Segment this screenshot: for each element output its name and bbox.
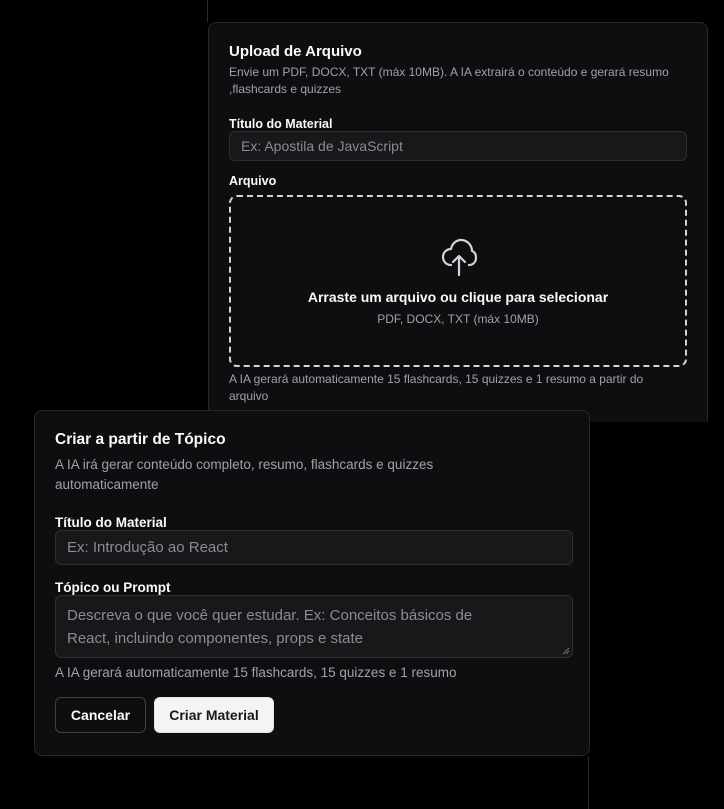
create-material-button[interactable]: Criar Material bbox=[154, 697, 274, 733]
divider-line bbox=[588, 756, 589, 809]
topic-title-placeholder: Ex: Introdução ao React bbox=[67, 539, 228, 556]
upload-title-placeholder: Ex: Apostila de JavaScript bbox=[241, 138, 403, 154]
topic-prompt-textarea[interactable]: Descreva o que você quer estudar. Ex: Co… bbox=[55, 595, 573, 658]
divider-line bbox=[207, 0, 208, 22]
topic-footer-note: A IA gerará automaticamente 15 flashcard… bbox=[55, 665, 457, 680]
upload-footer-note: A IA gerará automaticamente 15 flashcard… bbox=[229, 372, 644, 403]
upload-title: Upload de Arquivo bbox=[229, 43, 362, 60]
dropzone-hint: PDF, DOCX, TXT (máx 10MB) bbox=[377, 312, 539, 326]
upload-card: Upload de Arquivo Envie um PDF, DOCX, TX… bbox=[208, 22, 708, 422]
topic-card: Criar a partir de Tópico A IA irá gerar … bbox=[34, 410, 590, 756]
upload-description: Envie um PDF, DOCX, TXT (máx 10MB). A IA… bbox=[229, 65, 669, 96]
topic-title-input[interactable]: Ex: Introdução ao React bbox=[55, 530, 573, 565]
resize-handle-icon[interactable] bbox=[562, 647, 570, 655]
upload-title-input[interactable]: Ex: Apostila de JavaScript bbox=[229, 131, 687, 161]
cancel-button[interactable]: Cancelar bbox=[55, 697, 146, 733]
topic-prompt-placeholder: Descreva o que você quer estudar. Ex: Co… bbox=[67, 607, 473, 647]
dropzone-text: Arraste um arquivo ou clique para seleci… bbox=[307, 289, 609, 305]
upload-title-label: Título do Material bbox=[229, 117, 333, 131]
topic-description: A IA irá gerar conteúdo completo, resumo… bbox=[55, 457, 434, 492]
cloud-upload-icon bbox=[441, 238, 477, 277]
upload-file-label: Arquivo bbox=[229, 174, 277, 188]
topic-prompt-label: Tópico ou Prompt bbox=[55, 580, 171, 595]
topic-title: Criar a partir de Tópico bbox=[55, 431, 226, 448]
topic-title-label: Título do Material bbox=[55, 515, 167, 530]
file-dropzone[interactable]: Arraste um arquivo ou clique para seleci… bbox=[229, 195, 687, 367]
